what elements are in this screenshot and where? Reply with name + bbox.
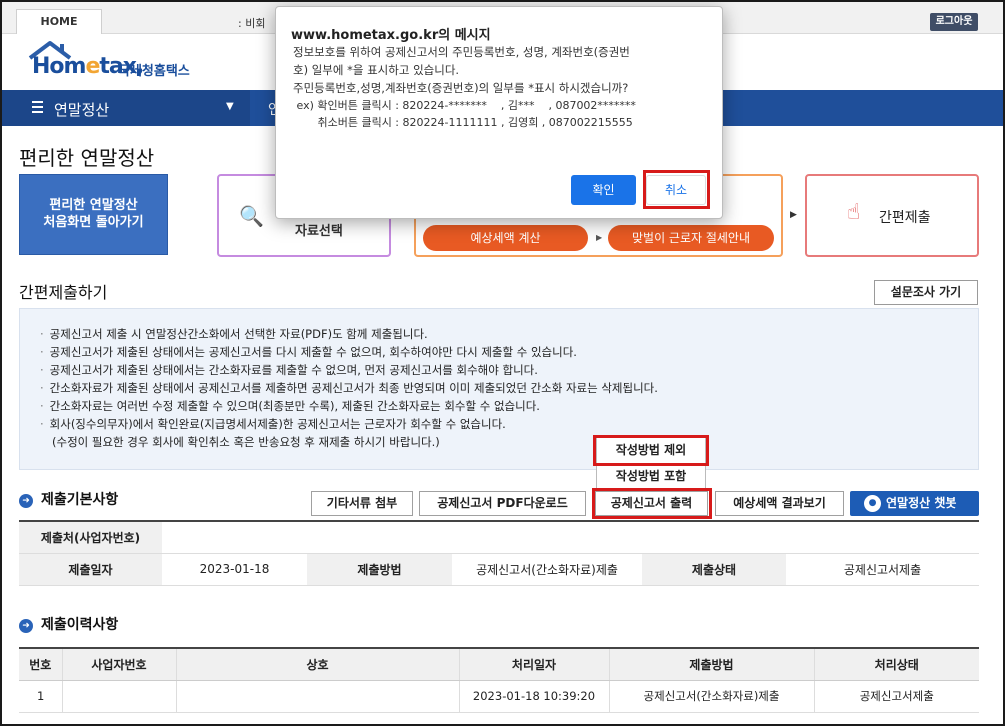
col-header: 번호 <box>19 647 62 681</box>
step-select-data-label: 자료선택 <box>295 224 343 239</box>
nav-menu-toggle[interactable]: 연말정산 ▼ <box>2 90 250 126</box>
cell-date: 2023-01-18 10:39:20 <box>458 680 609 713</box>
table-row: 제출일자 2023-01-18 제출방법 공제신고서(간소화자료)제출 제출상태… <box>19 553 979 586</box>
col-header: 제출방법 <box>608 647 814 681</box>
estimate-result-button[interactable]: 예상세액 결과보기 <box>715 491 844 516</box>
topbar-user-text: : 비회 <box>238 17 266 30</box>
confirm-dialog: www.hometax.go.kr의 메시지 정보보호를 위하여 공제신고서의 … <box>275 6 723 219</box>
cell-no: 1 <box>19 680 62 713</box>
chatbot-icon: ● <box>864 495 881 512</box>
submit-status-value: 공제신고서제출 <box>786 553 979 586</box>
basic-section-title: 제출기본사항 <box>41 492 119 508</box>
arrow-right-icon: ▶ <box>790 210 797 220</box>
nav-title: 연말정산 <box>54 101 110 119</box>
arrow-circle-icon: ➜ <box>19 494 33 508</box>
hometax-logo[interactable]: Hometax, 국세청홈택스 <box>28 40 228 84</box>
history-section-title: 제출이력사항 <box>41 617 119 633</box>
cell-status: 공제신고서제출 <box>813 680 979 713</box>
cell-name <box>175 680 459 713</box>
arrow-right-icon: ▶ <box>596 233 603 242</box>
dialog-line: 주민등록번호,성명,계좌번호(증권번호)의 일부를 *표시 하시겠습니까? <box>293 81 629 95</box>
pdf-download-button[interactable]: 공제신고서 PDF다운로드 <box>419 491 586 516</box>
submit-to-label: 제출처(사업자번호) <box>19 520 162 554</box>
dialog-line: 호) 일부에 *을 표시하고 있습니다. <box>293 63 460 77</box>
highlight-cancel-button <box>643 170 710 209</box>
notice-item: · 간소화자료는 여러번 수정 제출할 수 있으며(최종분만 수록), 제출된 간… <box>40 399 540 413</box>
notice-item: · 회사(징수의무자)에서 확인완료(지급명세서제출)한 공제신고서는 근로자가 … <box>40 417 506 431</box>
submit-to-value <box>162 520 979 554</box>
print-option-include[interactable]: 작성방법 포함 <box>596 463 706 490</box>
magnifier-icon: 🔍 <box>239 204 264 228</box>
table-row: 제출처(사업자번호) <box>19 520 979 554</box>
table-header-row: 번호 사업자번호 상호 처리일자 제출방법 처리상태 <box>19 647 979 681</box>
cell-method: 공제신고서(간소화자료)제출 <box>608 680 814 713</box>
dialog-line: 정보보호를 위하여 공제신고서의 주민등록번호, 성명, 계좌번호(증권번 <box>293 45 630 59</box>
notice-box: · 공제신고서 제출 시 연말정산간소화에서 선택한 자료(PDF)도 함께 제출… <box>19 308 979 470</box>
logout-button[interactable]: 로그아웃 <box>930 13 978 31</box>
step-simple-submit[interactable]: ☝ 간편제출 <box>805 174 979 257</box>
estimate-tax-button[interactable]: 예상세액 계산 <box>423 225 588 251</box>
submit-method-label: 제출방법 <box>307 553 452 586</box>
hand-pointer-icon: ☝ <box>847 200 861 225</box>
caret-down-icon: ▼ <box>226 101 234 112</box>
notice-item: · 공제신고서가 제출된 상태에서는 간소화자료를 제출할 수 없으며, 먼저 공… <box>40 363 538 377</box>
submit-date-value: 2023-01-18 <box>162 553 307 586</box>
start-over-line2: 처음화면 돌아가기 <box>43 215 144 230</box>
dialog-title: www.hometax.go.kr의 메시지 <box>291 28 491 43</box>
highlight-print-button <box>592 488 712 519</box>
col-header: 처리일자 <box>458 647 609 681</box>
dialog-example-line: 취소버튼 클릭시 : 820224-1111111 , 김영희 , 087002… <box>293 116 633 129</box>
page-title: 편리한 연말정산 <box>19 146 155 170</box>
col-header: 처리상태 <box>813 647 979 681</box>
dual-income-guide-button[interactable]: 맞벌이 근로자 절세안내 <box>608 225 774 251</box>
submit-method-value: 공제신고서(간소화자료)제출 <box>452 553 642 586</box>
col-header: 상호 <box>175 647 459 681</box>
hamburger-icon <box>32 101 43 113</box>
arrow-circle-icon: ➜ <box>19 619 33 633</box>
dialog-message: 정보보호를 위하여 공제신고서의 주민등록번호, 성명, 계좌번호(증권번 호)… <box>293 43 713 131</box>
notice-item: · 공제신고서가 제출된 상태에서는 공제신고서를 다시 제출할 수 없으며, 회… <box>40 345 577 359</box>
basic-section-heading: ➜ 제출기본사항 <box>19 489 118 509</box>
submit-status-label: 제출상태 <box>642 553 786 586</box>
submit-date-label: 제출일자 <box>19 553 162 586</box>
attach-other-docs-button[interactable]: 기타서류 첨부 <box>311 491 413 516</box>
table-row[interactable]: 1 2023-01-18 10:39:20 공제신고서(간소화자료)제출 공제신… <box>19 680 979 713</box>
browser-frame: HOME : 비회 로그아웃 Hometax, 국세청홈택스 연말정산 ▼ 연 … <box>0 0 1005 726</box>
highlight-exclude-option <box>593 435 709 466</box>
section-title: 간편제출하기 <box>19 283 108 302</box>
chatbot-button[interactable]: ● 연말정산 챗봇 <box>850 491 979 516</box>
home-tab[interactable]: HOME <box>16 9 102 34</box>
cell-biz-no <box>61 680 176 713</box>
dialog-example-line: ex) 확인버튼 클릭시 : 820224-******* , 김*** , 0… <box>293 99 636 112</box>
confirm-ok-button[interactable]: 확인 <box>571 175 636 205</box>
step-simple-submit-label: 간편제출 <box>879 210 931 226</box>
history-section-heading: ➜ 제출이력사항 <box>19 614 118 634</box>
notice-item: · 공제신고서 제출 시 연말정산간소화에서 선택한 자료(PDF)도 함께 제출… <box>40 327 428 341</box>
submission-info-table: 제출처(사업자번호) 제출일자 2023-01-18 제출방법 공제신고서(간소… <box>19 520 979 586</box>
col-header: 사업자번호 <box>61 647 176 681</box>
notice-item: · 간소화자료가 제출된 상태에서 공제신고서를 제출하면 공제신고서가 최종 반… <box>40 381 658 395</box>
start-over-line1: 편리한 연말정산 <box>49 198 138 213</box>
start-over-button[interactable]: 편리한 연말정산 처음화면 돌아가기 <box>19 174 168 255</box>
logo-korean-name: 국세청홈택스 <box>118 64 190 79</box>
chatbot-label: 연말정산 챗봇 <box>886 496 957 510</box>
history-table: 번호 사업자번호 상호 처리일자 제출방법 처리상태 1 2023-01-18 … <box>19 647 979 713</box>
notice-sub-text: (수정이 필요한 경우 회사에 확인취소 혹은 반송요청 후 재제출 하시기 바… <box>52 435 440 449</box>
survey-button[interactable]: 설문조사 가기 <box>874 280 978 305</box>
